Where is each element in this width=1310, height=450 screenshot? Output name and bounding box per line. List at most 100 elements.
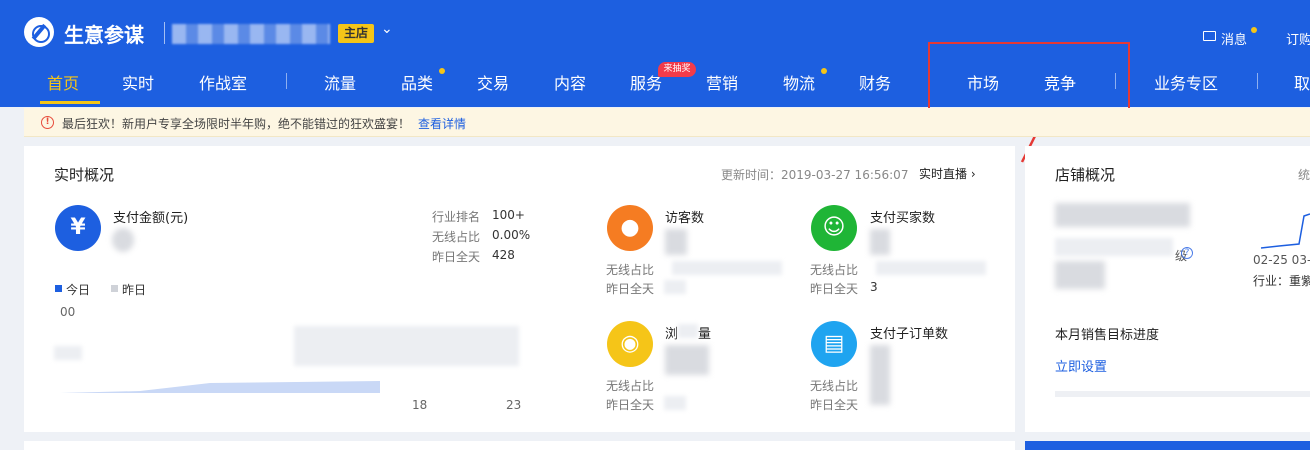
views-label-blurred: [678, 324, 698, 338]
store-title-tail: 统: [1298, 168, 1310, 182]
x-axis-tick: 23: [506, 398, 522, 412]
nav-more[interactable]: 取: [1294, 70, 1310, 94]
buyers-wireless-label: 无线占比: [810, 263, 859, 277]
nav-traffic[interactable]: 流量: [324, 70, 356, 94]
mail-icon[interactable]: [1203, 31, 1216, 41]
nav-logistics[interactable]: 物流: [783, 70, 815, 94]
live-stream-link[interactable]: 实时直播 ›: [919, 165, 976, 182]
shop-name-blurred[interactable]: [172, 24, 330, 44]
order-link[interactable]: 订购: [1286, 29, 1310, 48]
buyers-label: 支付买家数: [870, 211, 936, 226]
nav-realtime[interactable]: 实时: [122, 70, 154, 94]
store-name-blurred: [1055, 203, 1190, 227]
nav-separator: [286, 73, 287, 89]
views-label-tail: 量: [698, 327, 712, 342]
nav-category[interactable]: 品类: [401, 70, 433, 94]
eye-icon: ◉: [607, 321, 653, 367]
message-dot: [1251, 27, 1257, 33]
nav-separator: [1257, 73, 1258, 89]
buyers-wireless-blurred: [876, 261, 986, 275]
y-axis-tick: 00: [60, 305, 76, 319]
visitors-label: 访客数: [665, 211, 705, 226]
views-yesterday-blurred: [664, 396, 686, 410]
legend-today[interactable]: 今日: [66, 281, 90, 298]
nav-logistics-dot: [821, 68, 827, 74]
buyers-value-blurred: [870, 229, 890, 255]
buyers-yesterday-value: 3: [870, 280, 878, 294]
store-stat-blurred: [1055, 261, 1105, 289]
rank-label: 行业排名: [432, 210, 481, 224]
legend-yesterday[interactable]: 昨日: [122, 281, 146, 298]
compass-logo-icon[interactable]: [24, 17, 54, 47]
legend-today-swatch: [55, 285, 62, 292]
legend-yesterday-swatch: [111, 285, 118, 292]
notice-text: 最后狂欢！新用户专享全场限时半年购，绝不能错过的狂欢盛宴！: [62, 117, 411, 131]
yesterday-value: 428: [492, 248, 515, 262]
visitors-wireless-label: 无线占比: [606, 263, 655, 277]
chart-label-blurred: [54, 346, 82, 360]
next-card: [24, 441, 1015, 450]
nav-transaction[interactable]: 交易: [477, 70, 509, 94]
store-industry: 行业：重紫: [1253, 274, 1310, 288]
views-yesterday-label: 昨日全天: [606, 398, 655, 412]
chevron-right-icon[interactable]: ›: [971, 167, 976, 181]
buyers-yesterday-label: 昨日全天: [810, 282, 859, 296]
clipboard-icon: ▤: [811, 321, 857, 367]
store-overview-card: 店铺概况 统 级 ? 02-25 03- 行业：重紫 本月销售目标进度 立即设置: [1025, 146, 1310, 432]
realtime-overview-card: 实时概况 更新时间：2019-03-27 16:56:07 实时直播 › ¥ 支…: [24, 146, 1015, 432]
sub-orders-wireless-label: 无线占比: [810, 379, 859, 393]
yuan-icon: ¥: [55, 205, 101, 251]
views-wireless-label: 无线占比: [606, 379, 655, 393]
nav-business-zone[interactable]: 业务专区: [1154, 70, 1218, 94]
visitors-value-blurred: [665, 229, 687, 255]
chart-area-fill: [60, 381, 380, 393]
wireless-value: 0.00%: [492, 228, 531, 242]
next-banner: [1025, 441, 1310, 450]
paw-icon: ●: [607, 205, 653, 251]
promo-badge[interactable]: 来抽奖: [658, 62, 696, 77]
setup-target-link[interactable]: 立即设置: [1055, 356, 1107, 375]
realtime-title: 实时概况: [54, 166, 115, 184]
notice-bar: ! 最后狂欢！新用户专享全场限时半年购，绝不能错过的狂欢盛宴！ 查看详情: [24, 108, 1310, 137]
nav-content[interactable]: 内容: [554, 70, 586, 94]
store-level-blurred: [1055, 238, 1173, 256]
chevron-down-icon[interactable]: ⌄: [381, 21, 393, 37]
realtime-line-chart: [60, 381, 380, 393]
rank-value: 100+: [492, 208, 525, 222]
brand-title[interactable]: 生意参谋: [64, 19, 144, 48]
store-chart-dates: 02-25 03-: [1253, 253, 1310, 267]
sub-orders-label: 支付子订单数: [870, 327, 949, 342]
update-time: 更新时间：2019-03-27 16:56:07: [721, 168, 909, 182]
x-axis-tick: 18: [412, 398, 428, 412]
nav-active-underline: [40, 101, 100, 104]
nav-finance[interactable]: 财务: [859, 70, 891, 94]
sales-target-progress: [1055, 391, 1310, 397]
sub-orders-value-blurred: [870, 345, 890, 405]
nav-marketing[interactable]: 营销: [706, 70, 738, 94]
nav-war-room[interactable]: 作战室: [199, 70, 247, 94]
payment-amount-label: 支付金额(元): [113, 211, 189, 226]
warning-icon: !: [41, 116, 54, 129]
payment-amount-blurred: [112, 228, 134, 252]
chart-blurred-region: [294, 326, 519, 366]
visitors-wireless-blurred: [672, 261, 782, 275]
header-divider: [164, 22, 165, 44]
visitors-yesterday-label: 昨日全天: [606, 282, 655, 296]
sub-orders-yesterday-label: 昨日全天: [810, 398, 859, 412]
help-icon[interactable]: ?: [1181, 247, 1193, 259]
nav-home[interactable]: 首页: [47, 70, 79, 94]
visitors-yesterday-blurred: [664, 280, 686, 294]
message-link[interactable]: 消息: [1221, 29, 1247, 48]
views-value-blurred: [665, 345, 709, 375]
main-shop-badge: 主店: [338, 24, 374, 43]
store-title: 店铺概况: [1055, 166, 1116, 184]
views-label: 浏: [665, 327, 679, 342]
live-stream-label[interactable]: 实时直播: [919, 167, 967, 181]
buyers-icon: ☺: [811, 205, 857, 251]
yesterday-label: 昨日全天: [432, 250, 481, 264]
store-trend-chart: [1260, 213, 1310, 249]
nav-category-dot: [439, 68, 445, 74]
notice-details-link[interactable]: 查看详情: [418, 115, 466, 132]
sales-target-label: 本月销售目标进度: [1055, 328, 1160, 343]
wireless-label: 无线占比: [432, 230, 481, 244]
